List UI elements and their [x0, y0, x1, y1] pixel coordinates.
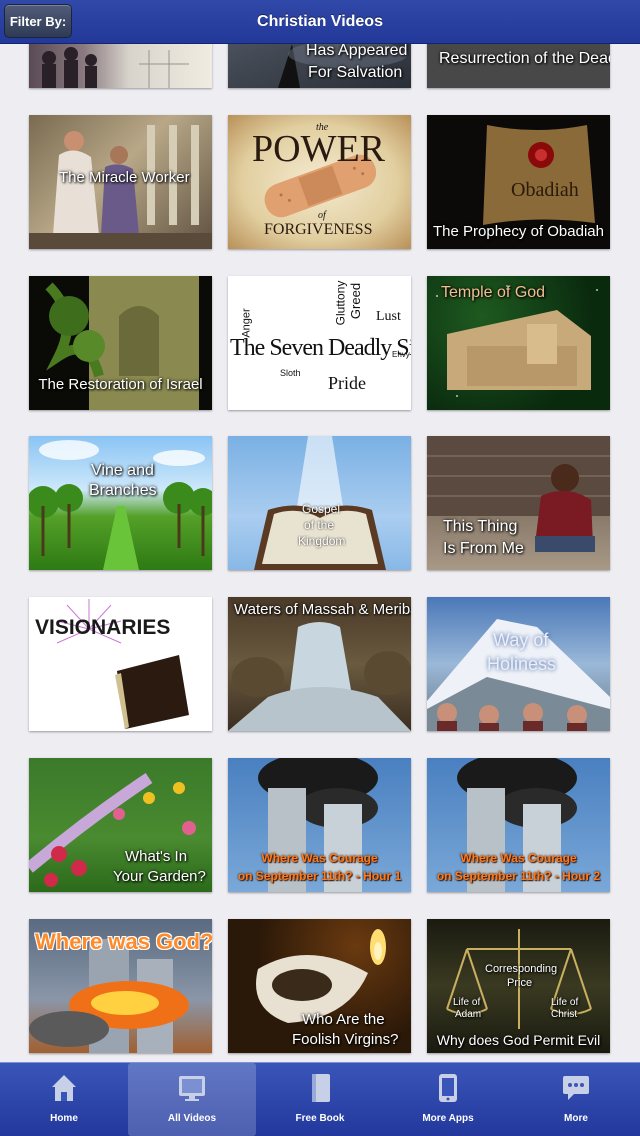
video-title-line2: Is From Me [443, 540, 524, 557]
video-title: Resurrection of the Dead [439, 50, 610, 67]
video-tile-restoration-of-israel[interactable]: The Restoration of Israel [29, 276, 212, 410]
video-title: VISIONARIES [35, 616, 171, 639]
scales-label-corresponding: Corresponding [485, 963, 558, 975]
tab-bar: Home All Videos Free Book More Apps More [0, 1062, 640, 1136]
video-title-line3: Kingdom [298, 534, 346, 548]
video-title-power: POWER [252, 128, 385, 170]
video-title-line1: What's In [125, 848, 188, 865]
video-tile-miracle-worker[interactable]: The Miracle Worker [29, 115, 212, 249]
video-tile-way-of-holiness[interactable]: Way of Holiness [427, 597, 610, 731]
video-tile-foolish-virgins[interactable]: Who Are the Foolish Virgins? [228, 919, 411, 1053]
tab-more[interactable]: More [512, 1063, 640, 1136]
video-title-line2: Your Garden? [113, 868, 206, 885]
video-tile-seven-deadly-sins[interactable]: Anger Gluttony Greed Lust Envy Sloth Pri… [228, 276, 411, 410]
chat-bubble-icon [563, 1076, 589, 1100]
video-tile-gospel-of-kingdom[interactable]: Gospel of the Kingdom [228, 436, 411, 570]
nav-bar: Christian Videos Filter By: [0, 0, 640, 44]
video-title-forgiveness: FORGIVENESS [264, 221, 373, 238]
tablet-icon [439, 1074, 457, 1102]
video-tile-waters-massah[interactable]: Waters of Massah & Meribah [228, 597, 411, 731]
video-title-line2: Foolish Virgins? [292, 1031, 399, 1048]
video-title-line1: This Thing [443, 518, 518, 535]
video-title: Where was God? [35, 929, 212, 954]
video-tile-where-was-god[interactable]: Where was God? [29, 919, 212, 1053]
video-title-line2: on September 11th? - Hour 2 [436, 869, 601, 883]
video-tile-crowd[interactable] [29, 44, 212, 88]
tab-label: More [564, 1113, 588, 1124]
page-title: Christian Videos [257, 13, 383, 30]
sins-word-sloth: Sloth [280, 368, 301, 378]
video-title-line1: Has Appeared [306, 44, 408, 59]
video-title: The Miracle Worker [59, 169, 190, 186]
video-title: Temple of God [441, 284, 546, 301]
tab-all-videos[interactable]: All Videos [128, 1063, 256, 1136]
sins-word-greed: Greed [348, 282, 364, 320]
vineyard-thumbnail [29, 440, 212, 570]
video-tile-whats-in-garden[interactable]: What's In Your Garden? [29, 758, 212, 892]
monitor-icon [179, 1076, 205, 1101]
video-tile-this-thing-from-me[interactable]: This Thing Is From Me [427, 436, 610, 570]
video-grid[interactable]: Has Appeared For Salvation Resurrection … [0, 44, 640, 1062]
crowd-thumbnail [42, 47, 189, 88]
video-title: Obadiah [511, 179, 579, 201]
scales-label-price: Price [507, 977, 533, 989]
video-tile-obadiah[interactable]: Obadiah The Prophecy of Obadiah [427, 115, 610, 249]
scales-label-adam-2: Adam [455, 1009, 482, 1020]
video-title-line1: Way of [493, 630, 549, 650]
tab-label: More Apps [422, 1113, 474, 1124]
video-title-line1: Where Was Courage [460, 851, 577, 865]
video-tile-resurrection[interactable]: Resurrection of the Dead [427, 44, 610, 88]
video-tile-power-of-forgiveness[interactable]: the POWER of FORGIVENESS [228, 115, 411, 249]
tab-more-apps[interactable]: More Apps [384, 1063, 512, 1136]
book-icon [312, 1074, 330, 1102]
video-title-line2: Branches [89, 482, 157, 499]
video-title: The Restoration of Israel [38, 376, 203, 393]
video-tile-courage-hour-2[interactable]: Where Was Courage on September 11th? - H… [427, 758, 610, 892]
video-title-line1: Who Are the [302, 1011, 385, 1028]
video-tile-vine-and-branches[interactable]: Vine and Branches [29, 436, 212, 570]
tab-free-book[interactable]: Free Book [256, 1063, 384, 1136]
home-icon [52, 1075, 76, 1101]
tab-label: All Videos [167, 1113, 217, 1124]
filter-by-button[interactable]: Filter By: [4, 4, 72, 38]
scales-label-christ-2: Christ [551, 1009, 578, 1020]
video-title: Why does God Permit Evil [436, 1032, 601, 1048]
tab-home[interactable]: Home [0, 1063, 128, 1136]
tab-label: Home [50, 1113, 78, 1124]
video-tile-has-appeared[interactable]: Has Appeared For Salvation [228, 44, 411, 88]
video-title-line1: Where Was Courage [261, 851, 378, 865]
video-title: Waters of Massah & Meribah [234, 601, 411, 618]
video-tile-temple-of-god[interactable]: Temple of God [427, 276, 610, 410]
video-title-line1: Gospel [302, 502, 341, 516]
video-tile-visionaries[interactable]: VISIONARIES [29, 597, 212, 731]
scales-label-adam-1: Life of [453, 997, 481, 1008]
video-title-line2: Holiness [487, 654, 557, 674]
video-title-line2: of the [304, 518, 335, 532]
video-tile-courage-hour-1[interactable]: Where Was Courage on September 11th? - H… [228, 758, 411, 892]
sins-word-pride: Pride [328, 373, 366, 393]
video-tile-why-permit-evil[interactable]: Corresponding Price Life of Adam Life of… [427, 919, 610, 1053]
video-title-line2: on September 11th? - Hour 1 [237, 869, 402, 883]
video-title: The Seven Deadly Sins [230, 335, 411, 361]
video-subtitle: The Prophecy of Obadiah [433, 223, 604, 240]
scales-label-christ-1: Life of [551, 997, 579, 1008]
video-title-line1: Vine and [91, 462, 154, 479]
video-title-line2: For Salvation [308, 64, 403, 81]
sins-word-lust: Lust [376, 309, 401, 324]
tab-label: Free Book [295, 1113, 345, 1124]
